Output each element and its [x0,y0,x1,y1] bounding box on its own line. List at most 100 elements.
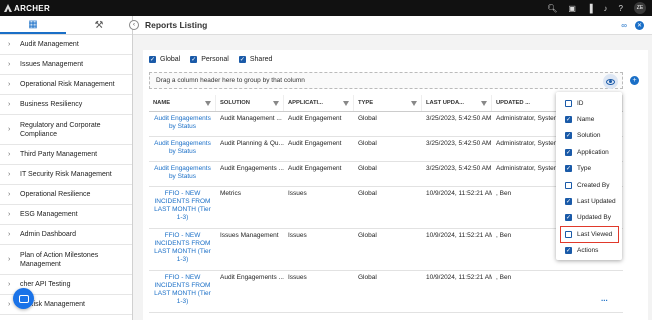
report-name-link[interactable]: Audit Engagements by Status [149,112,216,136]
checkbox-checked-icon[interactable]: ✓ [565,148,572,156]
chevron-right-icon: › [8,151,11,158]
column-option[interactable]: ✓ Last Updated [556,193,622,209]
cell-application: Issues [288,232,307,239]
sidebar-item[interactable]: › ESG Management [0,205,132,225]
checkbox-unchecked-icon[interactable]: ✓ [565,230,572,238]
top-icons: 🔍︎ ▣ ▐ ♪ ? ZE [547,0,646,16]
report-name-link[interactable]: FFIO - NEW INCIDENTS FROM LAST MONTH (Ti… [149,187,216,228]
chevron-right-icon: › [8,61,11,68]
close-icon[interactable]: ✕ [635,20,644,30]
tab-wrench-icon[interactable]: ⚒ [66,16,132,34]
sidebar-item[interactable]: › Plan of Action Milestones Management [0,245,132,275]
checkbox-checked-icon[interactable]: ✓ [149,56,156,63]
tab-map-icon[interactable]: ▦ [0,16,66,34]
column-header-solution[interactable]: SOLUTION [216,95,284,111]
sidebar-item[interactable]: › Regulatory and Corporate Compliance [0,115,132,145]
checkbox-unchecked-icon[interactable]: ✓ [565,181,572,189]
link-icon[interactable]: ∞ [621,21,627,30]
cell-type: Global [358,232,377,239]
filter-global[interactable]: ✓ Global [149,56,180,63]
row-actions-more-icon[interactable]: ... [601,294,608,303]
sidebar-item[interactable]: › Business Resiliency [0,95,132,115]
cell-solution: Audit Management ... [220,115,282,122]
filter-icon[interactable] [205,101,211,106]
cell-solution: Audit Engagements ... [220,274,284,281]
sidebar-item-label: Issues Management [20,61,84,68]
filter-shared[interactable]: ✓ Shared [238,56,272,63]
table-row[interactable]: Audit Engagements by Status Audit Plannin… [149,137,623,162]
sidebar-item[interactable]: › Issues Management [0,55,132,75]
filter-icon[interactable] [411,101,417,106]
sidebar-item[interactable]: › Third Party Management [0,145,132,165]
cell-application: Audit Engagement [288,115,342,122]
chevron-right-icon: › [8,256,11,263]
report-icon[interactable]: ▣ [568,4,576,13]
column-chooser-button[interactable] [603,74,618,89]
filter-icon[interactable] [481,101,487,106]
table-row[interactable]: Audit Engagements by Status Audit Engagem… [149,162,623,187]
checkbox-checked-icon[interactable]: ✓ [565,247,572,255]
add-report-button[interactable]: + [630,76,639,85]
chat-bubble-icon[interactable] [13,288,34,309]
checkbox-checked-icon[interactable]: ✓ [565,132,572,140]
column-option-label: Last Updated [577,198,616,206]
column-option[interactable]: ✓ Actions [556,243,622,259]
checkbox-checked-icon[interactable]: ✓ [565,214,572,222]
cell-last-updated: 10/9/2024, 11:52:21 AM [426,232,492,239]
checkbox-checked-icon[interactable]: ✓ [565,116,572,124]
user-avatar[interactable]: ZE [634,2,646,14]
column-header-name[interactable]: NAME [149,95,216,111]
sidebar-item[interactable]: › Operational Resilience [0,185,132,205]
group-by-dropzone[interactable]: Drag a column header here to group by th… [149,72,623,89]
column-header-type[interactable]: TYPE [354,95,422,111]
filter-icon[interactable] [273,101,279,106]
column-header-application[interactable]: APPLICATI... [284,95,354,111]
collapse-sidebar-button[interactable]: ‹ [129,20,139,30]
table-row[interactable]: Audit Engagements by Status Audit Managem… [149,112,623,137]
table-row[interactable]: FFIO - NEW INCIDENTS FROM LAST MONTH (Ti… [149,187,623,229]
report-name-link[interactable]: FFIO - NEW INCIDENTS FROM LAST MONTH (Ti… [149,229,216,270]
column-header-last-updated[interactable]: LAST UPDA... [422,95,492,111]
cell-last-updated: 10/9/2024, 11:52:21 AM [426,190,492,197]
column-option[interactable]: ✓ ID [556,95,622,111]
column-option[interactable]: ✓ Name [556,111,622,127]
bar-chart-icon[interactable]: ▐ [587,4,593,13]
filter-personal[interactable]: ✓ Personal [190,56,229,63]
filter-checkboxes: ✓ Global ✓ Personal ✓ Shared [149,56,272,63]
sidebar-item-label: Operational Resilience [20,191,91,198]
cell-solution: Issues Management [220,232,279,239]
top-bar: ARCHER 🔍︎ ▣ ▐ ♪ ? ZE [0,0,652,16]
column-option[interactable]: ✓ Created By [556,177,622,193]
report-name-link[interactable]: FFIO - NEW INCIDENTS FROM LAST MONTH (Ti… [149,271,216,312]
checkbox-checked-icon[interactable]: ✓ [238,56,246,63]
table-row[interactable]: FFIO - NEW INCIDENTS FROM LAST MONTH (Ti… [149,271,623,313]
sidebar-item[interactable]: › Audit Management [0,35,132,55]
column-option[interactable]: ✓ Updated By [556,210,622,226]
search-icon[interactable]: 🔍︎ [547,4,557,13]
checkbox-unchecked-icon[interactable]: ✓ [565,99,572,107]
checkbox-checked-icon[interactable]: ✓ [565,165,572,173]
checkbox-checked-icon[interactable]: ✓ [565,198,572,206]
column-option[interactable]: ✓ Solution [556,128,622,144]
eye-icon [606,78,615,85]
sidebar-item[interactable]: › IT Security Risk Management [0,165,132,185]
filter-icon[interactable] [343,101,349,106]
report-name-link[interactable]: Audit Engagements by Status [149,162,216,186]
column-option[interactable]: ✓ Type [556,161,622,177]
cell-solution: Audit Planning & Qu... [220,140,284,147]
help-icon[interactable]: ? [619,4,623,13]
archer-logo[interactable]: ARCHER [4,4,50,13]
report-name-link[interactable]: Audit Engagements by Status [149,137,216,161]
cell-updated-by: , Ben [496,274,512,281]
sidebar-item-label: cher API Testing [20,281,71,288]
sidebar-item[interactable]: › Operational Risk Management [0,75,132,95]
column-option[interactable]: ✓ Last Viewed [560,226,619,243]
reports-grid: NAME SOLUTION APPLICATI... TYPE LAST UPD… [149,95,623,313]
sidebar-item-label: ESG Management [20,211,78,218]
column-option[interactable]: ✓ Application [556,144,622,160]
column-option-label: Type [577,165,592,173]
bell-icon[interactable]: ♪ [604,4,608,13]
checkbox-checked-icon[interactable]: ✓ [190,56,198,63]
sidebar-item[interactable]: › Admin Dashboard [0,225,132,245]
table-row[interactable]: FFIO - NEW INCIDENTS FROM LAST MONTH (Ti… [149,229,623,271]
